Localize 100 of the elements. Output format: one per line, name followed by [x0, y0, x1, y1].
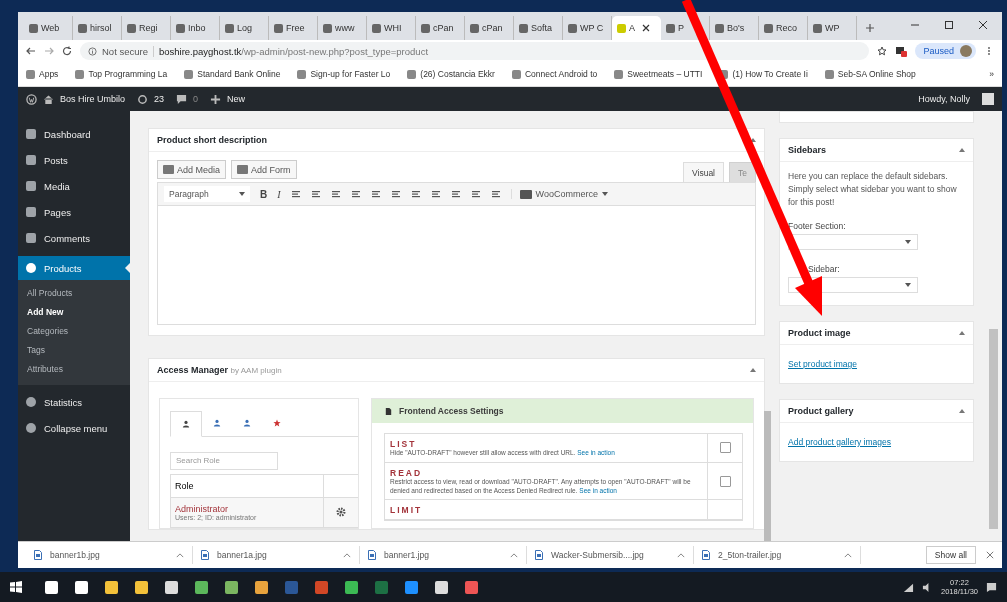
- bookmark[interactable]: Standard Bank Online: [184, 69, 281, 79]
- woocommerce-icon: [519, 189, 532, 199]
- browser-tab[interactable]: Web: [24, 16, 73, 40]
- submenu-item[interactable]: Categories: [18, 322, 130, 341]
- browser-tab[interactable]: Reco: [759, 16, 808, 40]
- column-header[interactable]: Role: [171, 474, 324, 497]
- comments-count[interactable]: 0: [193, 94, 199, 104]
- editor-tab[interactable]: Visual: [683, 162, 724, 182]
- browser-tab[interactable]: WP: [808, 16, 857, 40]
- submenu-item[interactable]: Attributes: [18, 360, 130, 379]
- howdy-link[interactable]: Howdy, Nolly: [918, 94, 970, 104]
- browser-tab[interactable]: www: [318, 16, 367, 40]
- submenu-item[interactable]: Add New: [18, 303, 130, 322]
- more-bookmarks[interactable]: »: [989, 69, 994, 79]
- menu-item[interactable]: Dashboard: [18, 121, 130, 147]
- chevron-up-icon[interactable]: [176, 552, 184, 558]
- bookmark-icon: [297, 69, 307, 79]
- updates-count[interactable]: 23: [154, 94, 165, 104]
- star-icon[interactable]: [877, 46, 888, 56]
- submenu-item[interactable]: All Products: [18, 284, 130, 303]
- chevron-up-icon[interactable]: [343, 552, 351, 558]
- menu-item[interactable]: Collapse menu: [18, 415, 130, 441]
- bookmark[interactable]: Seb-SA Online Shop: [824, 69, 916, 79]
- download-item[interactable]: 2_5ton-trailer.jpg: [694, 546, 861, 564]
- box-title: Product image: [788, 328, 851, 338]
- role-tab[interactable]: [170, 411, 202, 437]
- browser-tab[interactable]: A: [612, 16, 661, 40]
- scrollbar[interactable]: [764, 411, 771, 541]
- scrollbar-thumb[interactable]: [989, 329, 998, 529]
- browser-tab[interactable]: cPan: [416, 16, 465, 40]
- browser-tab[interactable]: Log: [220, 16, 269, 40]
- media-button[interactable]: Add Media: [157, 160, 227, 179]
- browser-tab[interactable]: Free: [269, 16, 318, 40]
- browser-tab[interactable]: WHI: [367, 16, 416, 40]
- submenu-item[interactable]: Tags: [18, 341, 130, 360]
- set-product-image-link[interactable]: Set product image: [788, 359, 857, 369]
- profile-button[interactable]: Paused: [915, 43, 976, 59]
- download-item[interactable]: banner1.jpg: [360, 546, 527, 564]
- browser-tab[interactable]: Inbo: [171, 16, 220, 40]
- menu-item[interactable]: Statistics: [18, 389, 130, 415]
- show-all-button[interactable]: Show all: [925, 546, 976, 564]
- favicon-icon: [372, 23, 381, 33]
- network-icon[interactable]: [903, 581, 914, 593]
- role-name[interactable]: Administrator: [175, 503, 319, 514]
- windows-start-icon[interactable]: [10, 581, 22, 593]
- browser-tab[interactable]: Regi: [122, 16, 171, 40]
- bookmark[interactable]: (1) How To Create Ii: [719, 69, 808, 79]
- italic-button[interactable]: I: [277, 188, 281, 200]
- media-button[interactable]: Add Form: [231, 160, 297, 179]
- new-tab-icon[interactable]: [865, 23, 875, 33]
- bookmark[interactable]: Sign-up for Faster Lo: [297, 69, 391, 79]
- search-role-field[interactable]: Search Role: [170, 451, 278, 470]
- browser-tab[interactable]: cPan: [465, 16, 514, 40]
- url-text: boshire.payghost.tk/wp-admin/post-new.php?post_type=product: [158, 45, 429, 57]
- browser-tab[interactable]: Bo's: [710, 16, 759, 40]
- favicon-icon: [127, 23, 136, 33]
- favicon-icon: [519, 23, 528, 33]
- back-icon[interactable]: [26, 46, 36, 56]
- format-select[interactable]: Paragraph: [164, 186, 250, 202]
- download-item[interactable]: Wacker-Submersib....jpg: [527, 546, 694, 564]
- comment-icon: [176, 93, 188, 105]
- bold-button[interactable]: B: [260, 188, 268, 200]
- close-icon[interactable]: [978, 20, 988, 30]
- browser-tab[interactable]: P: [661, 16, 710, 40]
- menu-item[interactable]: Products: [18, 256, 130, 280]
- checkbox[interactable]: [719, 475, 731, 487]
- chevron-up-icon[interactable]: [844, 552, 852, 558]
- download-item[interactable]: banner1b.jpg: [26, 546, 193, 564]
- menu-item[interactable]: Pages: [18, 199, 130, 225]
- close-icon[interactable]: [642, 24, 650, 32]
- maximize-icon[interactable]: [944, 20, 954, 30]
- menu-item[interactable]: Media: [18, 173, 130, 199]
- extension-icon[interactable]: [895, 45, 908, 57]
- option-name: LIMIT: [390, 505, 424, 516]
- checkbox[interactable]: [719, 442, 731, 454]
- bookmark[interactable]: (26) Costancia Ekkr: [407, 69, 495, 79]
- browser-tab[interactable]: hirsol: [73, 16, 122, 40]
- reload-icon[interactable]: [62, 46, 72, 56]
- site-name-link[interactable]: Bos Hire Umbilo: [60, 94, 126, 104]
- bookmark[interactable]: Sweetmeats – UTTI: [614, 69, 703, 79]
- avatar-icon: [960, 45, 972, 57]
- add-gallery-images-link[interactable]: Add product gallery images: [788, 437, 891, 447]
- download-item[interactable]: banner1a.jpg: [193, 546, 360, 564]
- wordpress-logo-icon[interactable]: [26, 93, 37, 105]
- settings-icon[interactable]: [336, 507, 346, 517]
- notification-icon[interactable]: [986, 581, 997, 593]
- favicon-icon: [764, 23, 773, 33]
- new-link[interactable]: New: [227, 94, 246, 104]
- chevron-up-icon[interactable]: [677, 552, 685, 558]
- bookmark[interactable]: Top Programming La: [75, 69, 168, 79]
- menu-item[interactable]: Posts: [18, 147, 130, 173]
- browser-tab[interactable]: Softa: [514, 16, 563, 40]
- sidebar-dropdown[interactable]: [788, 234, 918, 250]
- sidebars-description: Here you can replace the default sidebars. Simply select what sidebar you want to show for this post!: [788, 170, 958, 209]
- chevron-up-icon[interactable]: [510, 552, 518, 558]
- bookmark[interactable]: Apps: [26, 69, 59, 79]
- shortcode-menu[interactable]: WooCommerce: [510, 189, 608, 199]
- menu-item[interactable]: Comments: [18, 225, 130, 251]
- address-bar[interactable]: Not secure boshire.payghost.tk/wp-admin/post-new.php?post_type=product: [80, 42, 870, 60]
- bookmark[interactable]: Connect Android to: [511, 69, 598, 79]
